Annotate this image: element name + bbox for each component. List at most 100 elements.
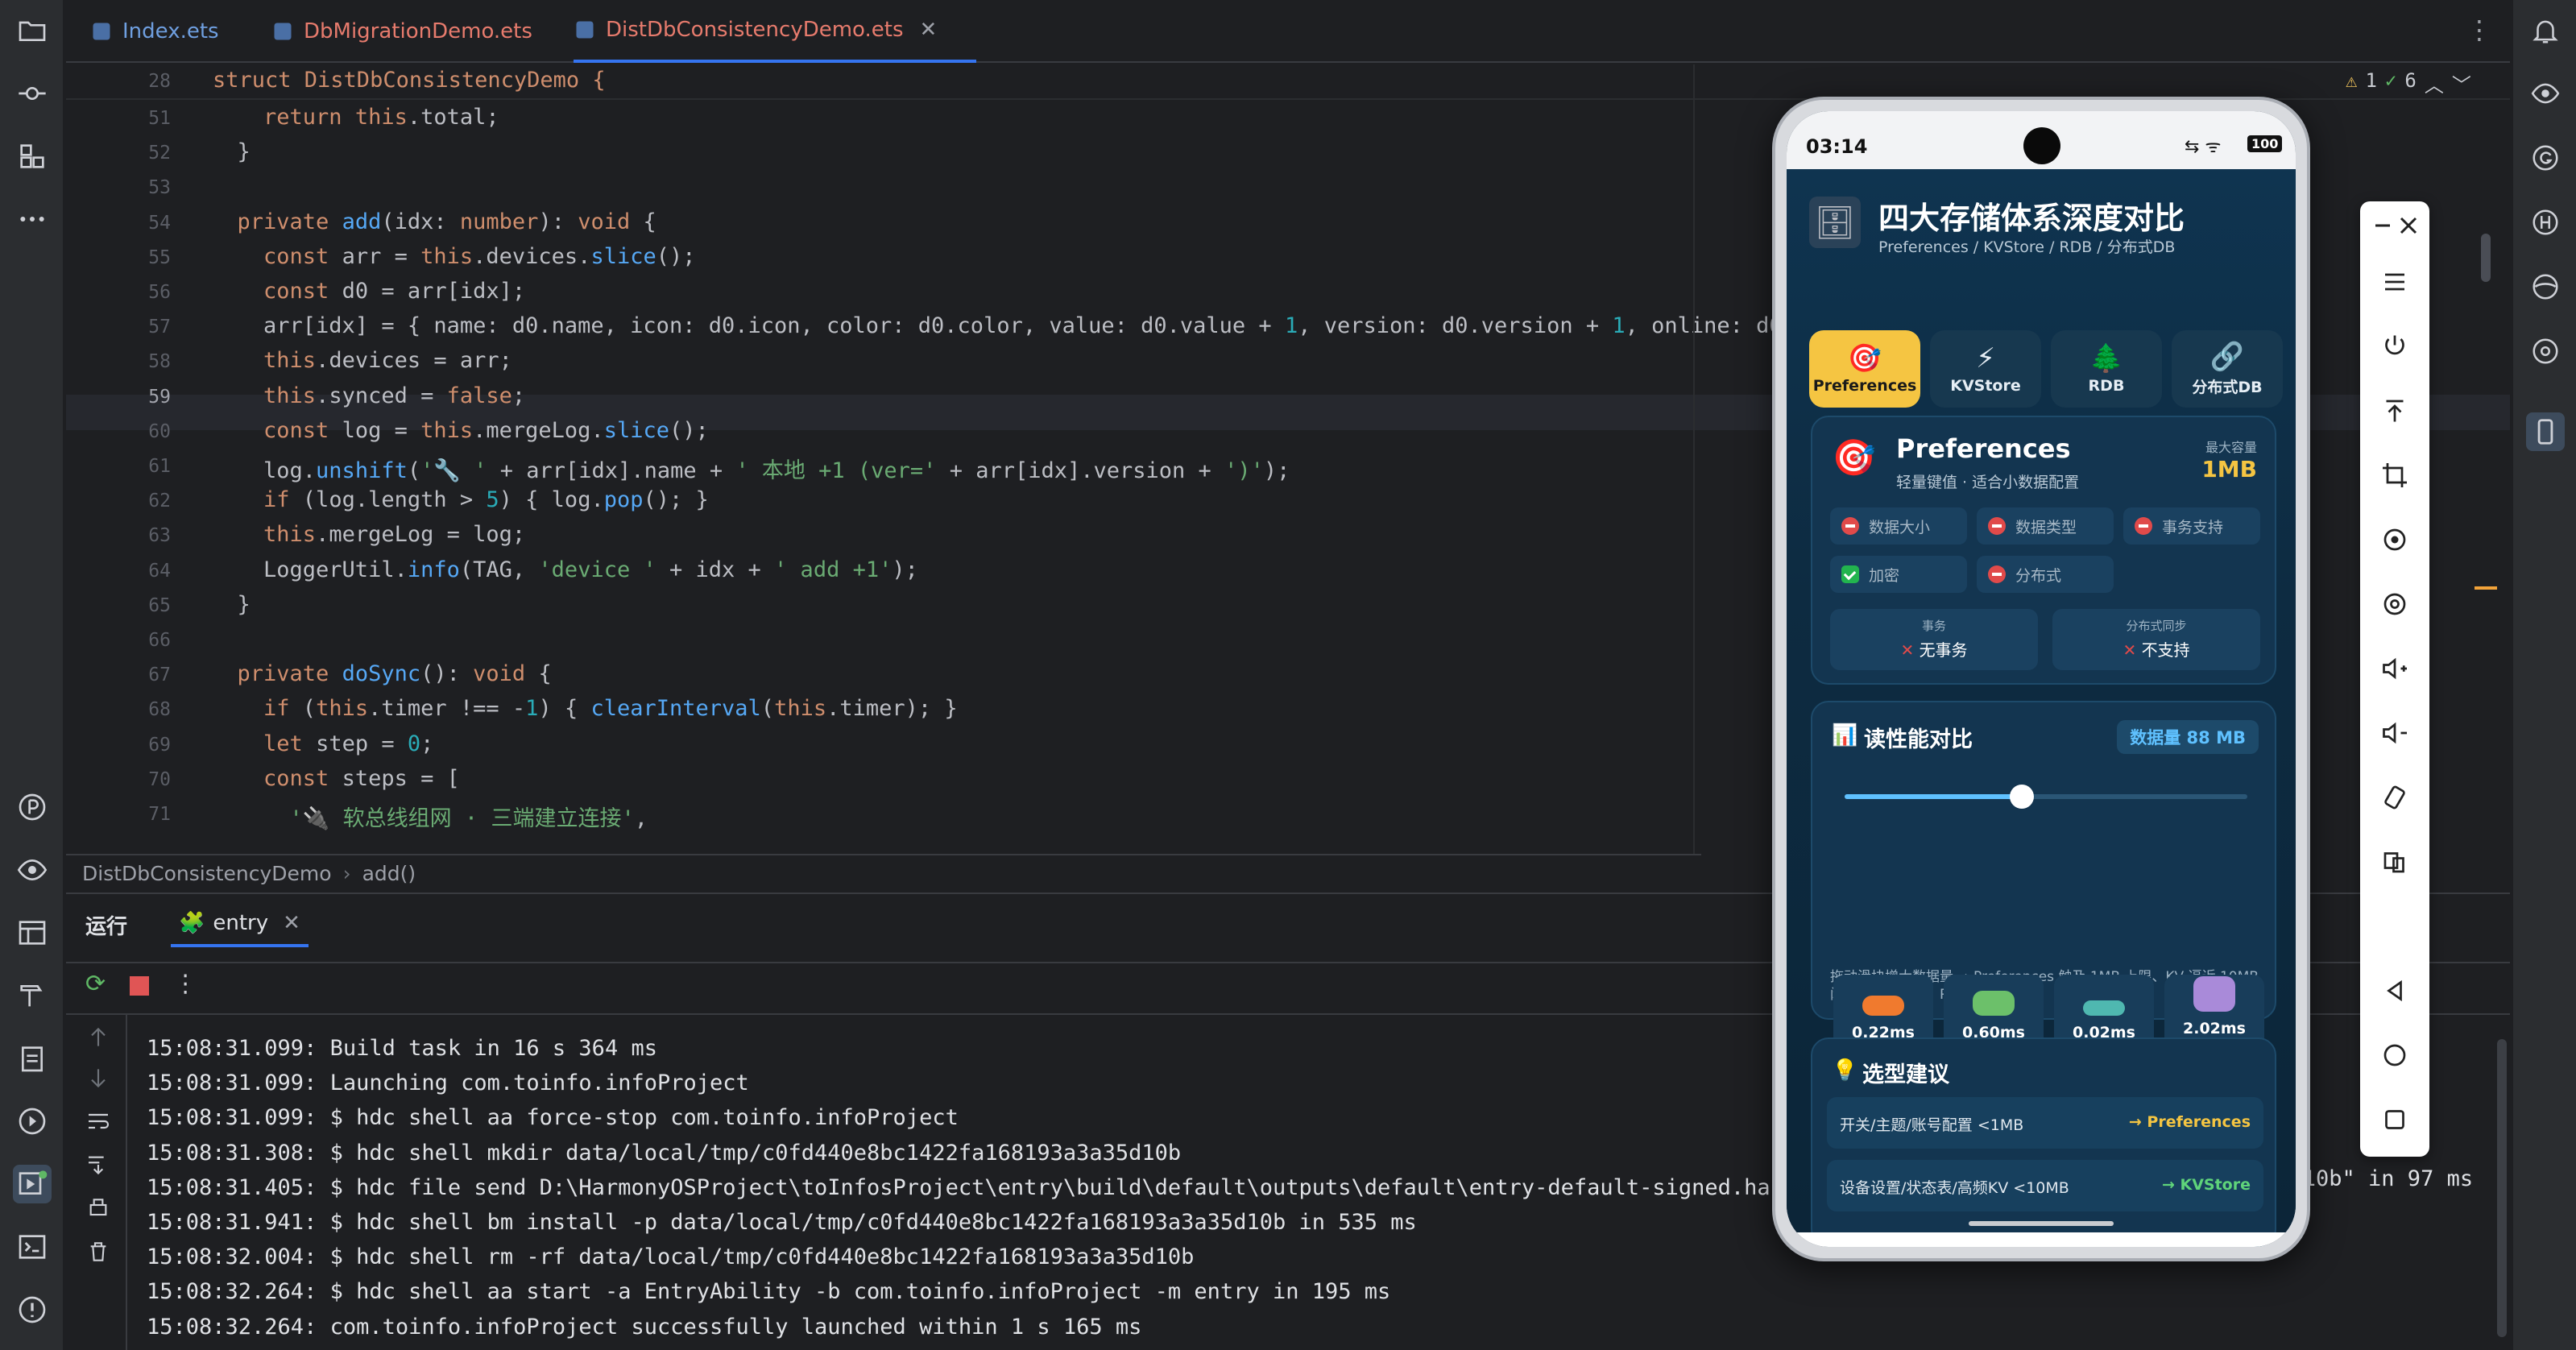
- console-side-toolbar: [66, 1015, 127, 1350]
- slider-thumb[interactable]: [2010, 785, 2034, 809]
- code-line: LoggerUtil.info(TAG, 'device ' + idx + '…: [211, 557, 918, 582]
- crop-screenshot-icon[interactable]: [2375, 456, 2414, 495]
- latency-bar-fill: [2083, 1000, 2125, 1016]
- console-scrollbar[interactable]: [2497, 1039, 2507, 1337]
- minus-icon: [1988, 517, 2006, 535]
- volume-down-icon[interactable]: [2375, 714, 2414, 752]
- line-number: 55: [148, 246, 171, 268]
- console-line: 15:08:31.405: $ hdc file send D:\Harmony…: [147, 1174, 1783, 1200]
- breadcrumb-file[interactable]: DistDbConsistencyDemo: [82, 862, 332, 885]
- editor-tab-bar: Index.ets DbMigrationDemo.ets DistDbCons…: [66, 0, 2510, 63]
- segment-kvstore[interactable]: ⚡ KVStore: [1930, 330, 2041, 408]
- line-number: 70: [148, 768, 171, 790]
- code-line: const arr = this.devices.slice();: [263, 243, 696, 269]
- soft-wrap-icon[interactable]: [82, 1105, 114, 1137]
- console-line: 15:08:32.264: com.toinfo.infoProject suc…: [147, 1314, 1142, 1340]
- code-line: }: [211, 591, 251, 617]
- location-icon[interactable]: [2375, 585, 2414, 623]
- hvigor-h-icon[interactable]: [2526, 203, 2565, 242]
- project-folder-icon[interactable]: [13, 11, 52, 50]
- target-icon: 🎯: [1832, 437, 1876, 478]
- code-line: return this.total;: [263, 105, 499, 130]
- close-run-tab-icon[interactable]: ✕: [283, 911, 300, 935]
- advice-row[interactable]: 开关/主题/账号配置 <1MB → Preferences: [1827, 1097, 2263, 1149]
- advice-row[interactable]: 设备设置/状态表/高频KV <10MB → KVStore: [1827, 1160, 2263, 1211]
- layout-icon[interactable]: [13, 913, 52, 952]
- code-line: '🔌 软总线组网 · 三端建立连接',: [289, 806, 648, 831]
- rotate-icon[interactable]: [2375, 778, 2414, 817]
- front-camera: [2023, 127, 2060, 164]
- scroll-to-end-icon[interactable]: [82, 1149, 114, 1181]
- profiler-icon[interactable]: [13, 788, 52, 826]
- chevron-down-icon[interactable]: ﹀: [2452, 69, 2471, 97]
- ai-assistant-icon[interactable]: [2526, 332, 2565, 371]
- code-line: if (this.timer !== -1) { clearInterval(t…: [263, 696, 958, 722]
- tab-distdb[interactable]: DistDbConsistencyDemo.ets ✕: [574, 0, 976, 63]
- chip-encryption: 加密: [1830, 556, 1967, 593]
- ets-file-icon: [274, 23, 292, 40]
- run-config-tab[interactable]: 🧩 entry ✕: [171, 902, 309, 947]
- upload-icon[interactable]: [2375, 391, 2414, 430]
- services-icon[interactable]: [13, 1102, 52, 1141]
- recents-square-icon[interactable]: [2375, 1100, 2414, 1139]
- structure-icon[interactable]: [13, 137, 52, 176]
- todo-icon[interactable]: [13, 1039, 52, 1078]
- close-icon[interactable]: [2389, 206, 2428, 245]
- back-triangle-icon[interactable]: [2375, 971, 2414, 1010]
- close-tab-icon[interactable]: ✕: [920, 18, 938, 42]
- tab-label: DistDbConsistencyDemo.ets: [606, 18, 904, 42]
- device-manager-icon[interactable]: [2526, 267, 2565, 306]
- inspection-widget[interactable]: ⚠ 1 ✓ 6 ︿ ﹀: [2346, 69, 2471, 97]
- lightbulb-icon: 💡: [1832, 1058, 1858, 1083]
- cabinet-icon: 🗄: [1809, 197, 1861, 248]
- more-actions-icon[interactable]: ⋮: [173, 970, 197, 998]
- more-tabs-icon[interactable]: ⋮: [2466, 14, 2492, 45]
- scroll-down-icon[interactable]: [82, 1062, 114, 1094]
- print-icon[interactable]: [82, 1192, 114, 1224]
- breadcrumb-method[interactable]: add(): [362, 862, 416, 885]
- segment-preferences[interactable]: 🎯 Preferences: [1809, 330, 1920, 408]
- clear-trash-icon[interactable]: [82, 1236, 114, 1268]
- problems-icon[interactable]: [13, 1290, 52, 1329]
- editor-scrollbar[interactable]: [2481, 234, 2491, 282]
- line-number: 58: [148, 351, 171, 373]
- phone-screen[interactable]: 03:14 ⇆ ᯤ 100 🗄 四大存储体系深度对比 Preferences /…: [1787, 111, 2296, 1247]
- run-tool-icon[interactable]: [13, 1165, 52, 1203]
- previewer-eye-icon[interactable]: [2526, 74, 2565, 113]
- console-line: 15:08:31.308: $ hdc shell mkdir data/loc…: [147, 1140, 1182, 1166]
- status-bar: 03:14 ⇆ ᯤ 100: [1787, 111, 2296, 169]
- menu-icon[interactable]: [2375, 263, 2414, 301]
- segment-rdb[interactable]: 🌲 RDB: [2051, 330, 2162, 408]
- notifications-bell-icon[interactable]: [2526, 11, 2565, 50]
- tab-index[interactable]: Index.ets: [90, 0, 219, 63]
- scroll-up-icon[interactable]: [82, 1021, 114, 1054]
- battery-icon: 100: [2247, 135, 2283, 152]
- code-line: if (log.length > 5) { log.pop(); }: [263, 487, 709, 513]
- screen-record-icon[interactable]: [2375, 520, 2414, 559]
- data-volume-slider[interactable]: [1845, 785, 2247, 809]
- latency-value: 2.02ms: [2183, 1020, 2246, 1037]
- emulator-phone-icon[interactable]: [2526, 412, 2565, 451]
- build-hammer-icon[interactable]: [13, 976, 52, 1015]
- volume-up-icon[interactable]: [2375, 649, 2414, 688]
- fold-device-icon[interactable]: [2375, 843, 2414, 881]
- run-config-label: entry: [213, 911, 269, 935]
- terminal-icon[interactable]: [13, 1228, 52, 1266]
- power-icon[interactable]: [2375, 327, 2414, 366]
- home-circle-icon[interactable]: [2375, 1036, 2414, 1075]
- minus-icon: [2135, 517, 2152, 535]
- more-tools-icon[interactable]: [13, 200, 52, 238]
- check-icon: ✓: [2384, 69, 2397, 92]
- stop-icon[interactable]: [130, 976, 150, 996]
- gradle-g-icon[interactable]: [2526, 139, 2565, 177]
- warning-icon: ⚠: [2346, 69, 2358, 92]
- commit-icon[interactable]: [13, 74, 52, 113]
- segment-分布式db[interactable]: 🔗 分布式DB: [2172, 330, 2283, 408]
- tab-dbmigration[interactable]: DbMigrationDemo.ets: [271, 0, 532, 63]
- home-indicator[interactable]: [1969, 1221, 2114, 1226]
- chevron-up-icon[interactable]: ︿: [2425, 69, 2444, 97]
- warning-marker[interactable]: [2475, 586, 2497, 590]
- selection-advice-card: 💡 选型建议 开关/主题/账号配置 <1MB → Preferences 设备设…: [1811, 1037, 2276, 1247]
- rerun-icon[interactable]: ⟳: [85, 970, 106, 998]
- preview-eye-icon[interactable]: [13, 851, 52, 889]
